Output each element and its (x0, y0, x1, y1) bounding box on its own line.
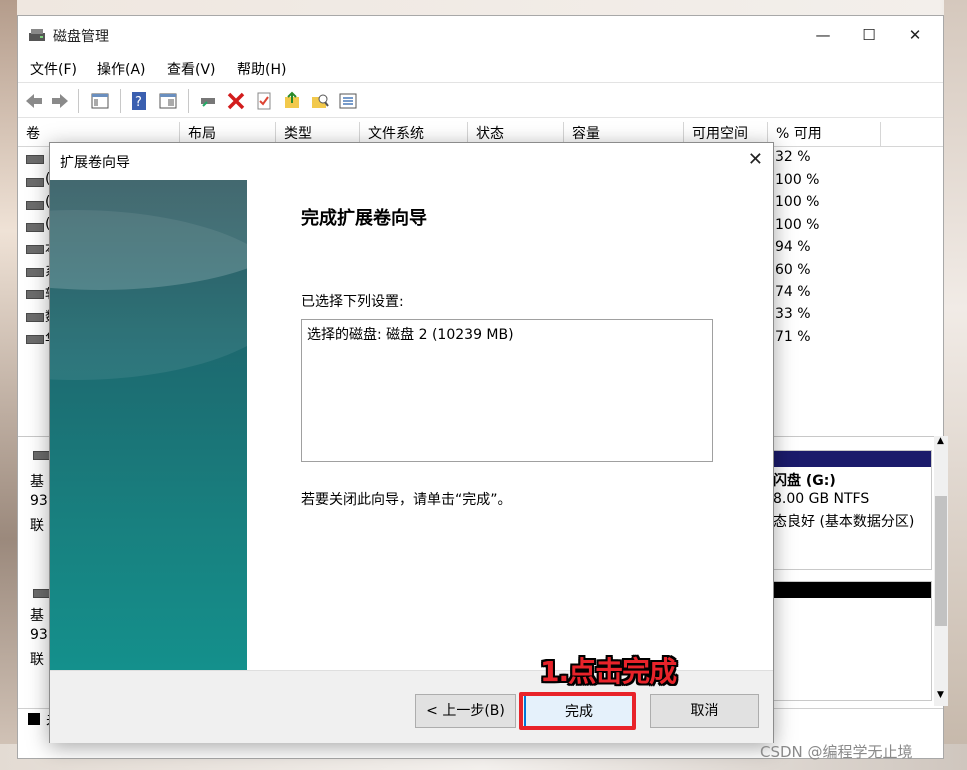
column-percent-free[interactable]: % 可用 (768, 122, 881, 146)
menu-file[interactable]: 文件(F) (30, 59, 77, 79)
disk-size-label: 93 (30, 627, 48, 643)
volume-status: 态良好 (基本数据分区) (773, 514, 915, 530)
volume-name: 闪盘 (G:) (773, 473, 836, 489)
percent-free-cell: 94 % (775, 239, 811, 255)
volume-size: 8.00 GB NTFS (773, 491, 870, 507)
window-titlebar[interactable]: 磁盘管理 — ☐ ✕ (18, 16, 943, 54)
scrollbar-thumb[interactable] (935, 496, 947, 626)
disk-management-app-icon (29, 29, 45, 41)
settings-summary-box[interactable]: 选择的磁盘: 磁盘 2 (10239 MB) (301, 319, 713, 462)
banner-decoration (50, 210, 247, 380)
disk-size-label: 93 (30, 493, 48, 509)
search-folder-icon[interactable] (310, 91, 330, 111)
toolbar: ? (18, 82, 943, 118)
help-icon[interactable]: ? (130, 91, 150, 111)
console-tree-icon[interactable] (90, 91, 110, 111)
window-title: 磁盘管理 (53, 29, 109, 45)
desktop-background-left (0, 0, 17, 770)
vertical-scrollbar[interactable]: ▲ ▼ (934, 436, 948, 706)
menu-help[interactable]: 帮助(H) (237, 59, 286, 79)
svg-text:?: ? (135, 95, 142, 110)
disk-status-label: 联 (30, 518, 44, 534)
close-button[interactable]: ✕ (892, 16, 938, 54)
minimize-button[interactable]: — (800, 16, 846, 54)
volume-color-bar (773, 582, 931, 598)
menu-bar: 文件(F) 操作(A) 查看(V) 帮助(H) (18, 56, 943, 80)
percent-free-cell: 74 % (775, 284, 811, 300)
csdn-watermark: CSDN @编程学无止境 (760, 743, 913, 761)
finish-highlight-box (519, 692, 636, 730)
back-button[interactable]: < 上一步(B) (415, 694, 516, 728)
volume-icon (26, 155, 44, 164)
annotation-click-finish: 1.点击完成 (540, 655, 677, 688)
volume-icon (26, 335, 44, 344)
wizard-heading: 完成扩展卷向导 (301, 208, 427, 229)
menu-action[interactable]: 操作(A) (97, 59, 146, 79)
check-properties-icon[interactable] (254, 91, 274, 111)
percent-free-cell: 32 % (775, 149, 811, 165)
settings-list-icon[interactable] (338, 91, 358, 111)
disk-status-label: 联 (30, 652, 44, 668)
forward-arrow-icon[interactable] (50, 91, 70, 111)
dialog-title: 扩展卷向导 (60, 155, 130, 171)
menu-view[interactable]: 查看(V) (167, 59, 216, 79)
percent-free-cell: 71 % (775, 329, 811, 345)
volume-icon (26, 268, 44, 277)
volume-icon (26, 290, 44, 299)
dialog-close-icon[interactable]: ✕ (748, 149, 763, 170)
selected-disk-text: 选择的磁盘: 磁盘 2 (10239 MB) (307, 327, 514, 343)
disk-type-label: 基 (30, 608, 44, 624)
scroll-up-arrow-icon[interactable]: ▲ (937, 436, 944, 446)
import-folder-icon[interactable] (282, 91, 302, 111)
wizard-side-banner (50, 180, 247, 670)
delete-icon[interactable] (226, 91, 246, 111)
volume-icon (26, 313, 44, 322)
percent-free-cell: 60 % (775, 262, 811, 278)
toolbar-separator (120, 89, 121, 113)
maximize-button[interactable]: ☐ (846, 16, 892, 54)
legend-unallocated-swatch (28, 713, 40, 725)
disk-type-label: 基 (30, 474, 44, 490)
volume-icon (26, 223, 44, 232)
back-arrow-icon[interactable] (24, 91, 44, 111)
settings-label: 已选择下列设置: (301, 294, 404, 310)
toolbar-separator (188, 89, 189, 113)
percent-free-cell: 100 % (775, 194, 820, 210)
volume-icon (26, 201, 44, 210)
cancel-button[interactable]: 取消 (650, 694, 759, 728)
volume-panel-unallocated[interactable] (772, 581, 932, 701)
finish-instruction: 若要关闭此向导，请单击“完成”。 (301, 492, 512, 508)
percent-free-cell: 100 % (775, 172, 820, 188)
dialog-titlebar[interactable]: 扩展卷向导 ✕ (50, 143, 773, 180)
volume-icon (26, 178, 44, 187)
percent-free-cell: 100 % (775, 217, 820, 233)
connect-disk-icon[interactable] (198, 91, 218, 111)
toolbar-separator (78, 89, 79, 113)
scroll-down-arrow-icon[interactable]: ▼ (937, 690, 944, 700)
volume-icon (26, 245, 44, 254)
properties-view-icon[interactable] (158, 91, 178, 111)
volume-panel-g[interactable]: 闪盘 (G:) 8.00 GB NTFS 态良好 (基本数据分区) (772, 450, 932, 570)
volume-color-bar (773, 451, 931, 467)
percent-free-cell: 33 % (775, 306, 811, 322)
